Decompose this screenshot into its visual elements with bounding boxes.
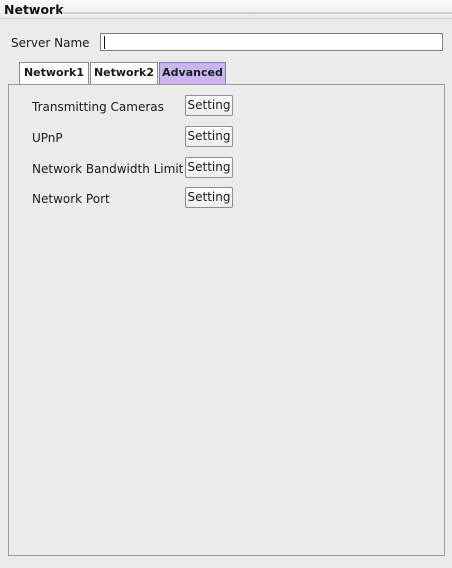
title-bottom-border [0, 18, 452, 19]
network-port-setting-button[interactable]: Setting [185, 187, 233, 208]
title-divider [62, 12, 452, 14]
server-name-label: Server Name [11, 36, 90, 50]
title-bar: Network [0, 0, 452, 20]
tab-advanced[interactable]: Advanced [159, 62, 226, 85]
tab-network2[interactable]: Network2 [90, 62, 158, 84]
network-bandwidth-limit-label: Network Bandwidth Limit [32, 162, 184, 176]
transmitting-cameras-label: Transmitting Cameras [32, 100, 164, 114]
text-caret [104, 36, 105, 49]
transmitting-cameras-setting-button[interactable]: Setting [185, 95, 233, 116]
tab-network1[interactable]: Network1 [19, 62, 89, 84]
network-port-label: Network Port [32, 192, 110, 206]
network-bandwidth-limit-setting-button[interactable]: Setting [185, 157, 233, 178]
window-title: Network [4, 2, 64, 17]
network-window: Network Server Name Network1 Network2 Ad… [0, 0, 452, 568]
upnp-setting-button[interactable]: Setting [185, 126, 233, 147]
server-name-input[interactable] [100, 33, 443, 51]
upnp-label: UPnP [32, 131, 63, 145]
advanced-tab-panel [8, 84, 445, 556]
